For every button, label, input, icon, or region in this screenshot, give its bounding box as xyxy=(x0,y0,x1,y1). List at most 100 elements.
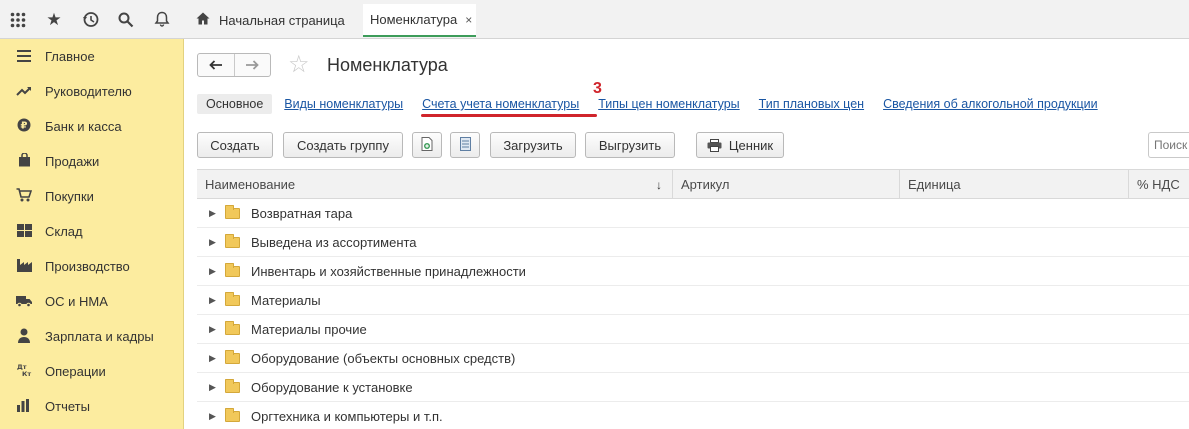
main-content: ☆ Номенклатура Основное Виды номенклатур… xyxy=(185,40,1189,429)
svg-text:Кт: Кт xyxy=(22,370,31,377)
list-icon xyxy=(459,136,471,154)
favorite-star-icon[interactable]: ☆ xyxy=(288,50,310,79)
create-group-button[interactable]: Создать группу xyxy=(283,132,403,158)
person-icon xyxy=(14,328,34,346)
create-button[interactable]: Создать xyxy=(197,132,273,158)
row-name: Оргтехника и компьютеры и т.п. xyxy=(251,408,443,424)
printer-icon xyxy=(707,138,722,152)
truck-icon xyxy=(14,294,34,310)
grid-icon[interactable] xyxy=(0,0,36,39)
table-header: Наименование ↓ Артикул Единица % НДС xyxy=(197,169,1189,199)
table-row[interactable]: ▶ Выведена из ассортимента xyxy=(197,228,1189,257)
chart-icon xyxy=(14,398,34,415)
close-icon[interactable]: × xyxy=(465,13,472,27)
folder-icon xyxy=(225,204,240,219)
column-header-name[interactable]: Наименование ↓ xyxy=(197,170,673,199)
svg-text:₽: ₽ xyxy=(21,121,28,132)
row-name: Выведена из ассортимента xyxy=(251,234,417,250)
copy-document-button[interactable] xyxy=(412,132,442,158)
section-main[interactable]: Основное xyxy=(197,94,273,114)
expand-arrow-icon[interactable]: ▶ xyxy=(209,208,217,219)
sidebar: Главное Руководителю ₽ Банк и касса Прод… xyxy=(0,39,184,429)
top-toolbar: ★ Начальная страница Номенклатура × xyxy=(0,0,1189,39)
expand-arrow-icon[interactable]: ▶ xyxy=(209,266,217,277)
sidebar-item-label: Продажи xyxy=(45,154,100,169)
sidebar-item-production[interactable]: Производство xyxy=(0,249,183,284)
history-icon[interactable] xyxy=(72,0,108,39)
column-header-vat[interactable]: % НДС xyxy=(1129,170,1189,199)
sidebar-item-label: ОС и НМА xyxy=(45,294,108,309)
bell-icon[interactable] xyxy=(144,0,180,39)
dt-kt-icon: Дт Кт xyxy=(14,363,34,380)
expand-arrow-icon[interactable]: ▶ xyxy=(209,411,217,422)
folder-icon xyxy=(225,407,240,422)
sidebar-item-label: Покупки xyxy=(45,189,94,204)
folder-icon xyxy=(225,320,240,335)
sidebar-item-sales[interactable]: Продажи xyxy=(0,144,183,179)
column-header-label: Единица xyxy=(908,177,961,192)
table-row[interactable]: ▶ Оргтехника и компьютеры и т.п. xyxy=(197,402,1189,429)
bag-icon xyxy=(14,152,34,170)
expand-arrow-icon[interactable]: ▶ xyxy=(209,237,217,248)
table-row[interactable]: ▶ Оборудование (объекты основных средств… xyxy=(197,344,1189,373)
column-header-article[interactable]: Артикул xyxy=(673,170,900,199)
row-name: Инвентарь и хозяйственные принадлежности xyxy=(251,263,526,279)
sidebar-item-assets[interactable]: ОС и НМА xyxy=(0,284,183,319)
section-nomenclature-types[interactable]: Виды номенклатуры xyxy=(284,97,403,111)
annotation-number: 3 xyxy=(593,80,602,97)
table-row[interactable]: ▶ Материалы прочие xyxy=(197,315,1189,344)
sidebar-item-label: Отчеты xyxy=(45,399,90,414)
expand-arrow-icon[interactable]: ▶ xyxy=(209,353,217,364)
sidebar-item-label: Операции xyxy=(45,364,106,379)
row-name: Оборудование (объекты основных средств) xyxy=(251,350,516,366)
sidebar-item-label: Главное xyxy=(45,49,95,64)
table-row[interactable]: ▶ Возвратная тара xyxy=(197,199,1189,228)
table-row[interactable]: ▶ Оборудование к установке xyxy=(197,373,1189,402)
tab-home-label: Начальная страница xyxy=(219,12,345,28)
annotation-underline xyxy=(421,114,597,117)
sidebar-item-operations[interactable]: Дт Кт Операции xyxy=(0,354,183,389)
sidebar-item-warehouse[interactable]: Склад xyxy=(0,214,183,249)
expand-arrow-icon[interactable]: ▶ xyxy=(209,382,217,393)
section-price-types[interactable]: Типы цен номенклатуры xyxy=(598,97,739,111)
ruble-icon: ₽ xyxy=(14,118,34,135)
expand-arrow-icon[interactable]: ▶ xyxy=(209,324,217,335)
section-planned-price-type[interactable]: Тип плановых цен xyxy=(759,97,864,111)
row-name: Возвратная тара xyxy=(251,205,353,221)
section-links: Основное Виды номенклатуры Счета учета н… xyxy=(197,93,1117,115)
expand-arrow-icon[interactable]: ▶ xyxy=(209,295,217,306)
price-tag-label: Ценник xyxy=(728,137,774,153)
table-row[interactable]: ▶ Инвентарь и хозяйственные принадлежнос… xyxy=(197,257,1189,286)
list-settings-button[interactable] xyxy=(450,132,480,158)
section-alcohol-info[interactable]: Сведения об алкогольной продукции xyxy=(883,97,1098,111)
document-add-icon xyxy=(421,136,433,154)
sidebar-item-manager[interactable]: Руководителю xyxy=(0,74,183,109)
search-icon[interactable] xyxy=(108,0,144,39)
folder-icon xyxy=(225,378,240,393)
page-title: Номенклатура xyxy=(327,55,448,75)
history-nav xyxy=(197,53,271,77)
forward-button[interactable] xyxy=(233,54,271,76)
trend-icon xyxy=(14,84,34,100)
sidebar-item-label: Производство xyxy=(45,259,130,274)
sidebar-item-reports[interactable]: Отчеты xyxy=(0,389,183,424)
tab-nomenclature[interactable]: Номенклатура × xyxy=(363,4,476,37)
sidebar-item-purchases[interactable]: Покупки xyxy=(0,179,183,214)
tab-home[interactable]: Начальная страница xyxy=(186,4,356,36)
back-button[interactable] xyxy=(198,54,234,76)
sort-down-icon: ↓ xyxy=(656,177,662,192)
price-tag-button[interactable]: Ценник xyxy=(696,132,784,158)
table-row[interactable]: ▶ Материалы xyxy=(197,286,1189,315)
column-header-unit[interactable]: Единица xyxy=(900,170,1129,199)
menu-icon xyxy=(14,49,34,65)
search-input[interactable] xyxy=(1148,132,1189,158)
load-button[interactable]: Загрузить xyxy=(490,132,576,158)
sidebar-item-main[interactable]: Главное xyxy=(0,39,183,74)
sidebar-item-salary[interactable]: Зарплата и кадры xyxy=(0,319,183,354)
nomenclature-table: Наименование ↓ Артикул Единица % НДС ▶ В… xyxy=(197,169,1189,429)
section-accounting-accounts[interactable]: Счета учета номенклатуры xyxy=(422,97,579,111)
sidebar-item-bank[interactable]: ₽ Банк и касса xyxy=(0,109,183,144)
top-icon-group: ★ xyxy=(0,0,184,39)
star-icon[interactable]: ★ xyxy=(36,0,72,39)
unload-button[interactable]: Выгрузить xyxy=(585,132,675,158)
